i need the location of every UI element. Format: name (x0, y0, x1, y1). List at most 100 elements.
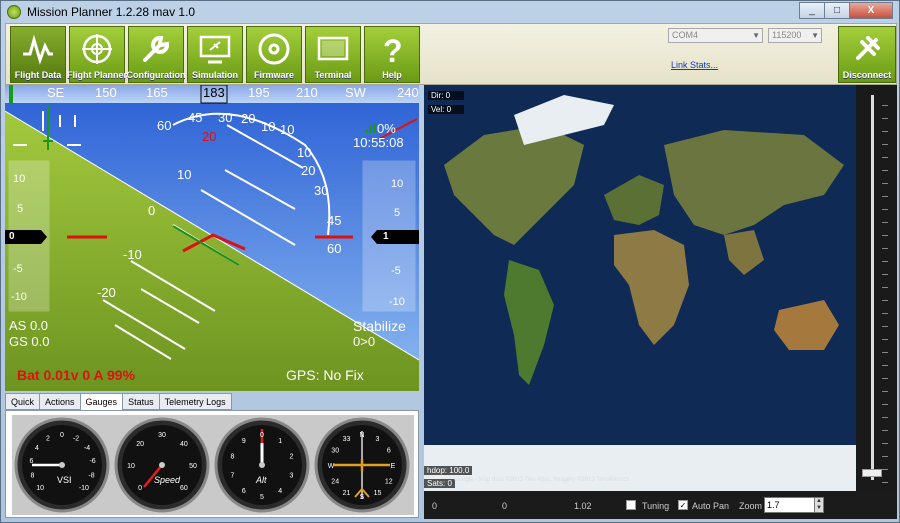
dir-label: Dir: 0 (428, 91, 464, 100)
window-controls: _ □ X (799, 2, 893, 19)
chevron-down-icon: ▼ (752, 31, 760, 40)
terminal-icon (317, 36, 349, 61)
maximize-button[interactable]: □ (824, 2, 850, 19)
port-select[interactable]: COM4 ▼ (668, 28, 763, 43)
slider-ticks (882, 93, 888, 483)
pulse-icon (23, 34, 53, 65)
nav-label: Terminal (314, 70, 352, 80)
link-stats-link[interactable]: Link Stats... (671, 60, 718, 70)
tab-status[interactable]: Status (122, 393, 160, 410)
gauge-tick-label: 7 (231, 473, 235, 480)
gauge-tick-label: 60 (180, 485, 188, 492)
gauge-tick-label: 3 (376, 436, 380, 443)
link-percent: 0% (377, 121, 396, 136)
nav-label: Simulation (191, 70, 238, 80)
gauge-tick-label: -8 (88, 473, 94, 480)
window-title: Mission Planner 1.2.28 mav 1.0 (27, 5, 196, 19)
app-window: Mission Planner 1.2.28 mav 1.0 _ □ X Fli… (0, 0, 900, 523)
gauge-tick-label: 3 (290, 473, 294, 480)
vsi-label: VSI (57, 475, 72, 485)
slider-thumb[interactable] (862, 469, 882, 477)
nav-help[interactable]: ? Help (364, 26, 420, 83)
gauge-tick-label: 2 (46, 435, 50, 442)
world-map (424, 85, 856, 491)
gauge-tick-label: 0 (60, 432, 64, 439)
disconnect-label: Disconnect (842, 70, 892, 80)
nav-flight-data[interactable]: Flight Data (10, 26, 66, 83)
gauge-tick-label: 10 (36, 485, 44, 492)
plug-icon (856, 36, 880, 60)
roll-label: 45 (327, 213, 342, 228)
disc-icon (258, 33, 290, 65)
gauge-tick-label: 30 (331, 448, 339, 455)
tick-label: 5 (394, 207, 401, 219)
gauge-tick-label: 33 (343, 436, 351, 443)
nav-configuration[interactable]: Configuration (127, 26, 186, 83)
groundspeed-text: GS 0.0 (9, 334, 50, 349)
gauge-tick-label: 9 (242, 438, 246, 445)
globe-icon (82, 34, 112, 64)
sats-label: Sats: 0 (424, 479, 455, 488)
tick-label: -10 (389, 296, 405, 308)
airspeed-text: AS 0.0 (9, 318, 49, 333)
tick-label: -10 (11, 291, 27, 303)
gauge-tick-label: 4 (35, 445, 39, 452)
flight-mode: Stabilize (353, 318, 406, 334)
gauge-tick-label: 0 (138, 485, 142, 492)
battery-status: Bat 0.01v 0 A 99% (17, 367, 136, 383)
nav-flight-planner[interactable]: Flight Planner (67, 26, 127, 83)
pitch-label: -20 (97, 285, 116, 300)
gauge-tick-label: 6 (387, 448, 391, 455)
map-status-bar: 0 0 1.02 Tuning ✓ Auto Pan Zoom 1.7 ▲ ▼ (424, 491, 897, 519)
zoom-slider[interactable] (856, 85, 897, 491)
gauges-panel: 10 8 6 4 2 0 -2 -4 -6 -8 -10 0 10 20 30 40 50 60 0 1 2 3 4 5 6 7 8… (5, 410, 419, 518)
tab-gauges[interactable]: Gauges (79, 393, 124, 411)
tuning-label: Tuning (642, 501, 670, 511)
close-button[interactable]: X (849, 2, 893, 19)
nav-label: Flight Data (14, 70, 62, 80)
roll-label: 45 (188, 110, 203, 125)
nav-terminal[interactable]: Terminal (305, 26, 361, 83)
nav-firmware[interactable]: Firmware (246, 26, 302, 83)
gauge-tick-label: 24 (331, 479, 339, 486)
vel-label: Vel: 0 (428, 105, 464, 114)
gauge-tick-label: N (359, 432, 364, 439)
alt-readout: 1 (383, 231, 389, 242)
baud-select[interactable]: 115200 ▼ (768, 28, 822, 43)
gauges-strip: 10 8 6 4 2 0 -2 -4 -6 -8 -10 0 10 20 30 40 50 60 0 1 2 3 4 5 6 7 8… (12, 415, 414, 515)
autopan-label: Auto Pan (692, 501, 730, 511)
tab-actions[interactable]: Actions (39, 393, 81, 410)
gauge-tick-label: 1 (278, 438, 282, 445)
disconnect-button[interactable]: Disconnect (838, 26, 896, 83)
minimize-button[interactable]: _ (799, 2, 825, 19)
map-view[interactable]: Dir: 0 Vel: 0 hdop: 100.0 Sats: 0 Google… (424, 85, 856, 491)
tick-label: -5 (13, 263, 23, 275)
zoom-spinner[interactable]: ▲ ▼ (814, 497, 824, 513)
pitch-label: -10 (123, 247, 142, 262)
tuning-checkbox[interactable] (626, 500, 636, 510)
gauge-tick-label: 10 (127, 463, 135, 470)
pitch-label: 20 (202, 129, 217, 144)
question-icon: ? (383, 33, 403, 66)
hdop-label: hdop: 100.0 (424, 466, 473, 475)
gauge-tick-label: W (328, 463, 335, 470)
pitch-label: 0 (148, 203, 156, 218)
gauge-tick-label: 12 (385, 479, 393, 486)
gauge-tick-label: 15 (374, 490, 382, 497)
roll-label: 60 (157, 118, 172, 133)
tab-quick[interactable]: Quick (5, 393, 41, 410)
tick-label: 5 (17, 203, 24, 215)
autopan-checkbox[interactable]: ✓ (678, 500, 688, 510)
tick-label: 10 (13, 173, 26, 185)
gauges-canvas: 108642 0 -2-4-6-8-10 0102030405060012345678… (14, 417, 410, 513)
gauge-tick-label: 20 (136, 441, 144, 448)
baud-value: 115200 (772, 30, 802, 40)
gauge-tick-label: 21 (343, 490, 351, 497)
nav-simulation[interactable]: Simulation (187, 26, 243, 83)
tab-telemetry-logs[interactable]: Telemetry Logs (158, 393, 232, 410)
main-toolbar: Flight Data Flight Planner Configuration… (5, 23, 897, 85)
gauge-tick-label: E (391, 463, 396, 470)
nav-label: Firmware (253, 70, 295, 80)
hud-display[interactable]: SE 150 165 183 195 210 SW 240 60 45 30 2… (5, 85, 419, 391)
gauge-tick-label: 40 (180, 441, 188, 448)
